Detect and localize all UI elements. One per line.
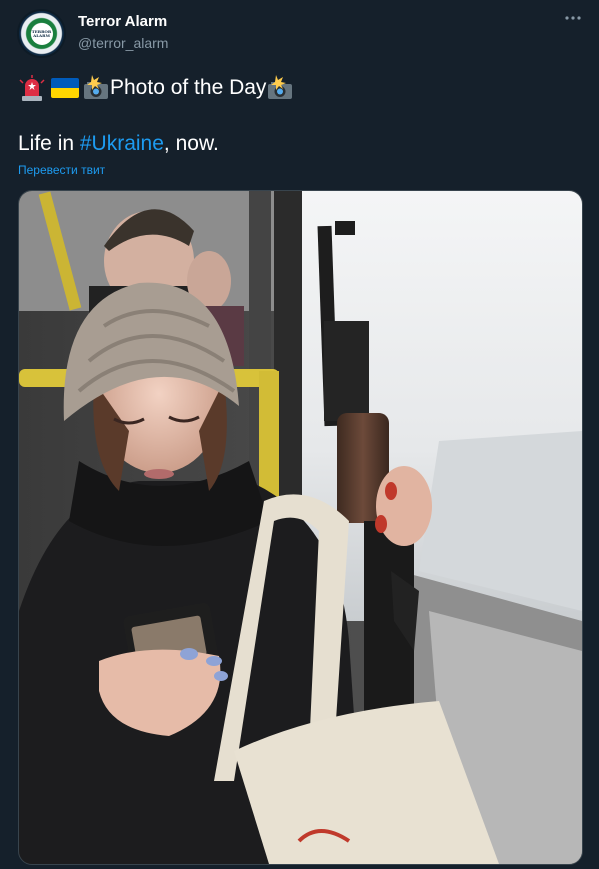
ukraine-flag-icon	[51, 78, 79, 98]
hashtag-link[interactable]: #Ukraine	[80, 132, 164, 155]
camera-flash-icon	[266, 75, 294, 101]
camera-flash-icon	[82, 75, 110, 101]
avatar-text-line-2: ALARM	[33, 32, 50, 38]
tweet-text: Life in #Ukraine, now.	[18, 132, 219, 156]
tweet-text-prefix: Life in	[18, 132, 80, 155]
headline: Photo of the Day	[18, 74, 294, 102]
avatar[interactable]: TERROR ALARM	[17, 9, 66, 58]
tweet-card: TERROR ALARM Terror Alarm @terror_alarm	[0, 0, 599, 869]
author-name[interactable]: Terror Alarm	[78, 13, 167, 30]
tweet-photo[interactable]	[18, 190, 583, 865]
headline-text: Photo of the Day	[110, 76, 267, 99]
author-handle[interactable]: @terror_alarm	[78, 35, 168, 51]
more-options-icon[interactable]	[565, 12, 581, 26]
translate-tweet-link[interactable]: Перевести твит	[18, 163, 105, 177]
avatar-logo-icon: TERROR ALARM	[19, 11, 64, 56]
hand	[376, 466, 432, 546]
police-light-icon	[18, 74, 46, 102]
tweet-text-suffix: , now.	[163, 132, 219, 155]
